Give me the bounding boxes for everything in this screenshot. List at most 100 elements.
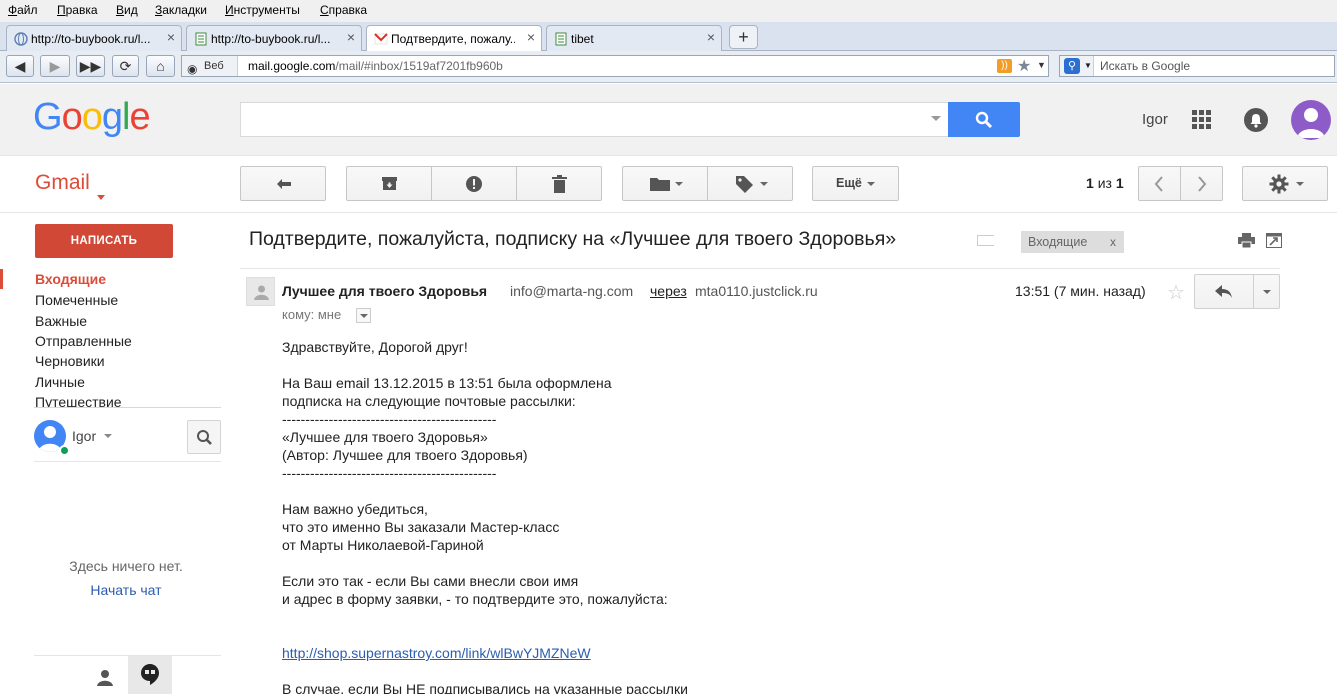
- confirm-subscription-link[interactable]: http://shop.supernastroy.com/link/wlBwYJ…: [282, 645, 591, 661]
- organize-button-group: [622, 166, 793, 201]
- history-forward-button[interactable]: ▶▶: [76, 55, 105, 77]
- back-button[interactable]: ◀: [6, 55, 34, 77]
- person-icon: [1297, 108, 1325, 138]
- newer-button[interactable]: [1139, 167, 1181, 200]
- mail-search-button[interactable]: [948, 102, 1020, 137]
- contacts-tab[interactable]: [82, 664, 126, 694]
- folder-icon: [650, 178, 670, 191]
- nav-item-inbox[interactable]: Входящие: [35, 271, 106, 287]
- sender-email: info@marta-ng.com: [510, 283, 634, 299]
- mail-search-input[interactable]: [240, 102, 949, 137]
- account-avatar[interactable]: [1291, 100, 1331, 140]
- star-icon[interactable]: ☆: [1167, 280, 1185, 305]
- message-subject: Подтвердите, пожалуйста, подписку на «Лу…: [249, 228, 897, 250]
- reply-button[interactable]: [1194, 274, 1280, 309]
- notifications-bell-icon[interactable]: [1244, 108, 1268, 132]
- bookmark-star-icon[interactable]: ★: [1017, 56, 1031, 76]
- menu-file[interactable]: Файл: [8, 3, 38, 17]
- older-button[interactable]: [1181, 167, 1222, 200]
- close-icon[interactable]: ×: [167, 29, 175, 45]
- browser-tab[interactable]: http://to-buybook.ru/l... ×: [186, 25, 362, 51]
- body-line: ----------------------------------------…: [282, 411, 497, 427]
- menu-edit[interactable]: Правка: [57, 3, 98, 17]
- search-icon: [975, 111, 993, 129]
- more-button[interactable]: Ещё: [812, 166, 899, 201]
- print-icon[interactable]: [1238, 233, 1255, 248]
- report-spam-button[interactable]: [432, 167, 517, 200]
- home-button[interactable]: ⌂: [146, 55, 175, 77]
- arrow-right-icon: ▶: [49, 58, 61, 74]
- show-details-button[interactable]: [356, 308, 371, 323]
- via-link[interactable]: через: [650, 283, 687, 299]
- hangouts-tab[interactable]: [128, 656, 172, 694]
- archive-icon: [382, 177, 397, 190]
- label-tag-icon[interactable]: [977, 235, 994, 246]
- chevron-down-icon: [760, 182, 768, 186]
- search-engine-icon: ⚲: [1064, 58, 1080, 74]
- body-line: и адрес в форму заявки, - то подтвердите…: [282, 591, 668, 607]
- chevron-down-icon[interactable]: [104, 434, 112, 438]
- menu-help[interactable]: Справка: [320, 3, 367, 17]
- chevron-down-icon: [360, 314, 368, 318]
- sender-name[interactable]: Лучшее для твоего Здоровья: [282, 283, 487, 299]
- open-new-window-icon[interactable]: [1266, 233, 1282, 248]
- url-text: mail.google.com/mail/#inbox/1519af7201fb…: [248, 59, 503, 73]
- site-identity-label: Веб: [204, 60, 224, 72]
- close-icon[interactable]: ×: [527, 29, 535, 45]
- start-chat-link[interactable]: Начать чат: [0, 582, 252, 598]
- menu-tools[interactable]: Инструменты: [225, 3, 300, 17]
- nav-item-sent[interactable]: Отправленные: [35, 333, 132, 349]
- close-icon[interactable]: ×: [707, 29, 715, 45]
- chevron-down-icon[interactable]: ▼: [1037, 60, 1046, 70]
- nav-item-personal[interactable]: Личные: [35, 374, 85, 390]
- body-line: Если это так - если Вы сами внесли свои …: [282, 573, 579, 589]
- google-logo[interactable]: Google: [33, 96, 151, 139]
- gmail-menu-caret-icon[interactable]: [97, 195, 105, 200]
- close-icon[interactable]: ×: [347, 29, 355, 45]
- rss-icon[interactable]: )): [997, 59, 1012, 73]
- home-icon: ⌂: [156, 58, 165, 74]
- search-engine-selector[interactable]: ⚲ ▼: [1060, 56, 1094, 76]
- archive-button[interactable]: [347, 167, 432, 200]
- gmail-brand-label[interactable]: Gmail: [35, 171, 90, 195]
- delete-button[interactable]: [517, 167, 601, 200]
- labels-button[interactable]: [708, 167, 792, 200]
- chevron-right-icon: [1198, 176, 1207, 192]
- address-bar[interactable]: ◉ Веб mail.google.com/mail/#inbox/1519af…: [181, 55, 1049, 77]
- move-to-button[interactable]: [623, 167, 708, 200]
- site-identity-button[interactable]: ◉ Веб: [182, 56, 238, 76]
- nav-item-important[interactable]: Важные: [35, 313, 87, 329]
- body-line: [282, 662, 982, 680]
- search-options-caret-icon[interactable]: [931, 116, 941, 121]
- body-line: подписка на следующие почтовые рассылки:: [282, 393, 576, 409]
- apps-grid-icon[interactable]: [1192, 110, 1212, 130]
- compose-button[interactable]: НАПИСАТЬ: [35, 224, 173, 258]
- reload-button[interactable]: ⟳: [112, 55, 139, 77]
- settings-button[interactable]: [1242, 166, 1328, 201]
- browser-tab[interactable]: tibet ×: [546, 25, 722, 51]
- browser-search-box[interactable]: ⚲ ▼ Искать в Google: [1059, 55, 1335, 77]
- browser-tab-active[interactable]: Подтвердите, пожалу... ×: [366, 25, 542, 52]
- menu-bookmarks[interactable]: Закладки: [155, 3, 207, 17]
- body-line: (Автор: Лучшее для твоего Здоровья): [282, 447, 528, 463]
- chat-search-button[interactable]: [187, 420, 221, 454]
- gmail-favicon-icon: [374, 33, 388, 45]
- nav-divider: [34, 407, 221, 408]
- back-to-inbox-button[interactable]: [240, 166, 326, 201]
- tab-title: tibet: [571, 32, 594, 46]
- tab-title: http://to-buybook.ru/l...: [31, 32, 151, 46]
- sender-avatar[interactable]: [246, 277, 275, 306]
- new-tab-button[interactable]: +: [729, 25, 758, 49]
- account-name[interactable]: Igor: [1142, 111, 1168, 128]
- more-options-caret-icon[interactable]: [1263, 290, 1271, 294]
- chat-user-name[interactable]: Igor: [72, 428, 96, 444]
- nav-item-travel[interactable]: Путешествие: [35, 394, 122, 407]
- browser-navbar: ◀ ▶ ▶▶ ⟳ ⌂ ◉ Веб mail.google.com/mail/#i…: [0, 51, 1337, 83]
- browser-tab[interactable]: http://to-buybook.ru/l... ×: [6, 25, 182, 51]
- nav-item-starred[interactable]: Помеченные: [35, 292, 118, 308]
- menu-view[interactable]: Вид: [116, 3, 138, 17]
- forward-button[interactable]: ▶: [40, 55, 70, 77]
- person-icon: [254, 285, 269, 300]
- remove-label-button[interactable]: x: [1110, 231, 1116, 253]
- nav-item-drafts[interactable]: Черновики: [35, 353, 105, 369]
